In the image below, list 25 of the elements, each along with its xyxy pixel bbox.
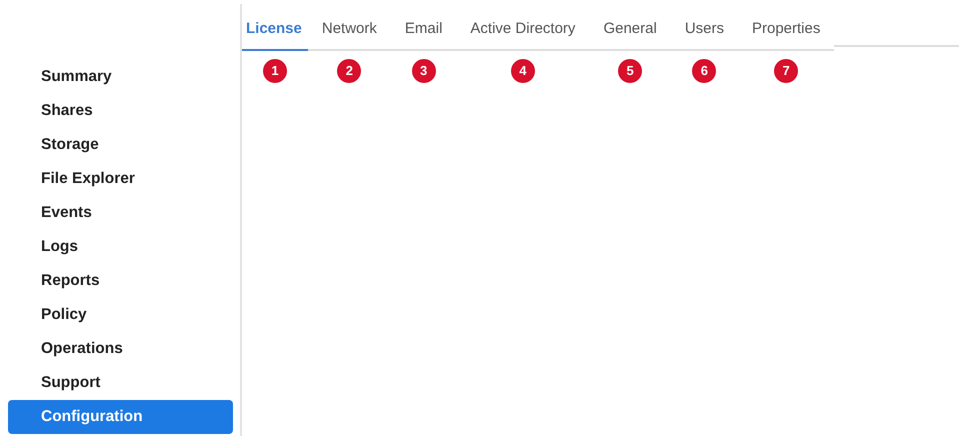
tab[interactable]: Active Directory: [456, 14, 590, 50]
sidebar-item[interactable]: Summary: [8, 60, 233, 94]
tab[interactable]: Email: [390, 14, 456, 50]
tab[interactable]: License: [242, 14, 308, 50]
sidebar-item[interactable]: Policy: [8, 298, 233, 332]
tab[interactable]: Users: [670, 14, 738, 50]
sidebar-item[interactable]: Shares: [8, 94, 233, 128]
number-badge: 3: [412, 58, 436, 82]
sidebar-item[interactable]: File Explorer: [8, 162, 233, 196]
sidebar-item[interactable]: Support: [8, 366, 233, 400]
sidebar-item[interactable]: Reports: [8, 264, 233, 298]
tab[interactable]: Network: [308, 14, 391, 50]
number-badge: 6: [692, 58, 716, 82]
number-badge: 2: [337, 58, 362, 82]
number-badge: 5: [618, 58, 642, 82]
number-badge: 7: [774, 58, 798, 82]
tab[interactable]: Properties: [738, 14, 834, 50]
sidebar-item[interactable]: Configuration: [8, 400, 233, 434]
sidebar-item[interactable]: Operations: [8, 332, 233, 366]
sidebar-item[interactable]: Events: [8, 196, 233, 230]
sidebar-item[interactable]: Logs: [8, 230, 233, 264]
tab[interactable]: General: [589, 14, 671, 50]
number-badge: 1: [262, 58, 287, 82]
sidebar-item[interactable]: Storage: [8, 128, 233, 162]
number-badge: 4: [510, 58, 535, 82]
